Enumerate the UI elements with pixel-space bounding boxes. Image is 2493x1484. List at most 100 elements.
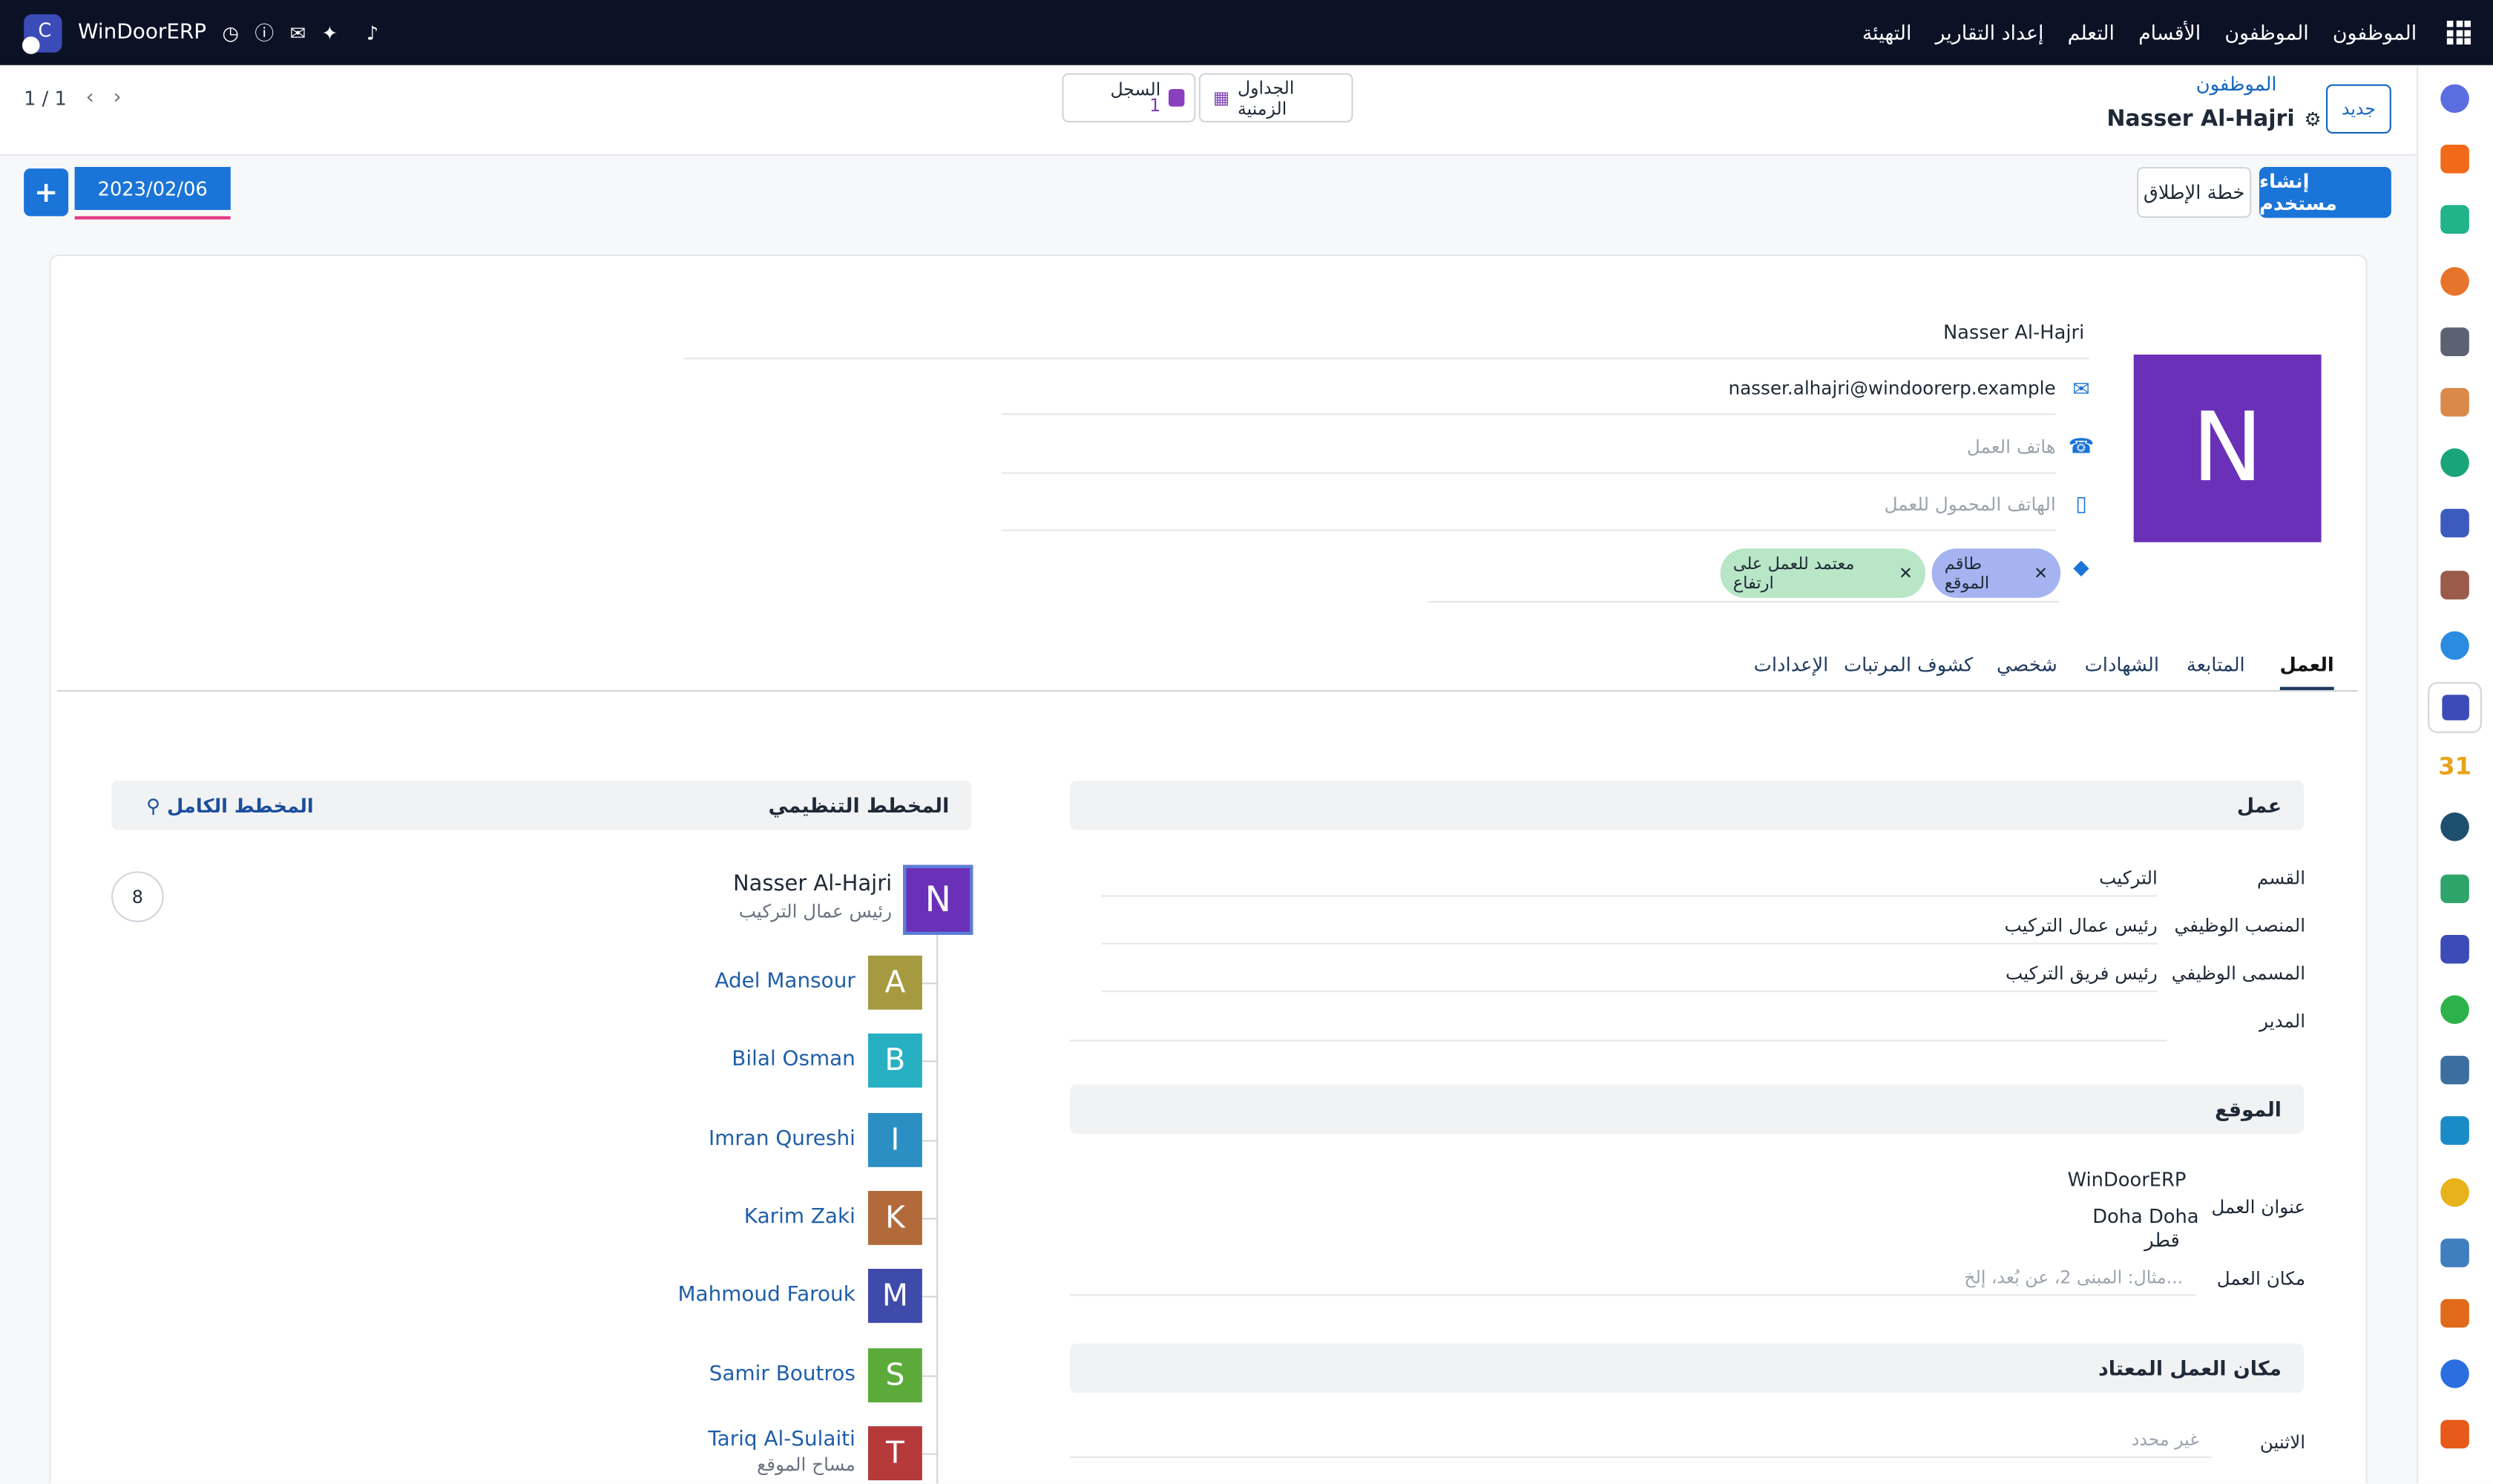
chevron-left-icon[interactable]: ‹ [86,86,94,110]
chart-icon[interactable] [2440,266,2469,295]
tab-payslips[interactable]: كشوف المرتبات [1844,654,1973,676]
gear-icon[interactable]: ⚙ [2305,108,2322,131]
menu-configuration[interactable]: التهيئة [1862,21,1912,45]
org-member-avatar[interactable]: K [868,1191,922,1245]
field-job-title[interactable]: رئيس فريق التركيب [1102,962,2158,993]
pager: 1 / 1 ‹ › [24,86,121,110]
todo-icon[interactable] [2440,448,2469,478]
menu-learning[interactable]: التعلم [2068,21,2115,45]
apps-grid-icon[interactable] [2446,20,2471,45]
add-button[interactable]: + [24,168,69,217]
field-department[interactable]: التركيب [1102,867,2158,897]
org-member-name[interactable]: Adel Mansour [715,970,855,994]
helpdesk-icon[interactable] [2440,1117,2469,1146]
tab-certifications[interactable]: الشهادات [2085,654,2159,676]
full-chart-link[interactable]: ⚲ المخطط الكامل [146,794,314,816]
location-section-header: الموقع [1070,1084,2304,1134]
knowledge-icon[interactable] [2440,509,2469,539]
employees-icon[interactable] [2428,682,2482,733]
announcement-icon[interactable]: ✦ [322,22,338,44]
tab-personal[interactable]: شخصي [1997,654,2057,676]
invoice-icon[interactable] [2440,631,2469,660]
whatsapp-icon[interactable] [2440,995,2469,1024]
launch-plan-button[interactable]: خطة الإطلاق [2137,167,2252,218]
check-icon[interactable] [2440,206,2469,234]
close-icon[interactable]: ✕ [1899,564,1913,583]
work-location-field[interactable]: مثال: المبنى 2، عن بُعد، إلخ... [1070,1267,2196,1296]
work-phone-field[interactable]: هاتف العمل [1002,431,2056,474]
field-job-position[interactable]: رئيس عمال التركيب [1102,914,2158,945]
chevron-right-icon[interactable]: › [113,86,121,110]
menu-reporting[interactable]: إعداد التقارير [1936,21,2044,45]
org-head-name[interactable]: Nasser Al-Hajri [733,871,892,896]
org-member-avatar[interactable]: T [868,1426,922,1480]
schedule-section-header: مكان العمل المعتاد [1070,1343,2304,1393]
control-panel: 1 / 1 ‹ › ▦ الجداول الزمنية السجل 1 جديد… [0,65,2417,156]
chat-icon[interactable]: ✉ [290,22,306,44]
dashboard-icon[interactable] [2440,934,2469,964]
box-icon[interactable] [2440,570,2469,599]
create-user-button[interactable]: إنشاء مستخدم [2259,167,2391,218]
discuss-icon[interactable] [2440,145,2469,174]
log-smart-button[interactable]: السجل 1 [1062,73,1196,122]
close-icon[interactable]: ✕ [2034,564,2048,583]
apps-icon[interactable] [2440,387,2469,417]
timer-icon[interactable] [2440,1056,2469,1085]
org-head-avatar[interactable]: N [903,864,973,935]
log-count: 1 [1149,94,1161,116]
hex-icon[interactable] [2440,1298,2469,1328]
org-member-avatar[interactable]: I [868,1113,922,1167]
org-member-avatar[interactable]: B [868,1033,922,1088]
tab-work[interactable]: العمل [2279,654,2334,690]
help-icon[interactable]: ⓘ [254,19,274,46]
mobile-field[interactable]: الهاتف المحمول للعمل [1002,488,2056,531]
send-icon[interactable] [2440,1177,2469,1206]
field-manager[interactable] [1070,1010,2167,1042]
menu-app-employees[interactable]: الموظفون [2333,21,2417,45]
org-member-name[interactable]: Mahmoud Farouk [677,1283,855,1307]
brand-name[interactable]: WinDoorERP [78,21,206,45]
pie-icon[interactable] [2440,1359,2469,1389]
org-connector [922,1140,939,1142]
tag-site-crew[interactable]: طاقم الموقع ✕ [1931,548,2061,598]
org-member-name[interactable]: Imran Qureshi [709,1127,855,1151]
email-field[interactable]: nasser.alhajri@windoorerp.example [1002,372,2056,416]
pager-value[interactable]: 1 / 1 [24,87,67,109]
org-member-avatar[interactable]: S [868,1348,922,1402]
timesheets-smart-button[interactable]: ▦ الجداول الزمنية [1198,73,1353,122]
company-logo[interactable] [22,13,62,53]
work-section-header: عمل [1070,781,2304,830]
org-member-name[interactable]: Tariq Al-Sulaiti [708,1428,855,1451]
menu-employees[interactable]: الموظفون [2224,21,2308,45]
menu-departments[interactable]: الأقسام [2138,21,2201,45]
work-address-field[interactable]: WinDoorERP Doha Doha قطر [1102,1169,2199,1253]
date-button[interactable]: 2023/02/06 [74,167,231,210]
org-member-avatar[interactable]: A [868,955,922,1010]
tag-work-at-height[interactable]: معتمد للعمل على ارتفاع ✕ [1720,548,1925,598]
sign-icon[interactable] [2440,812,2469,842]
tab-settings[interactable]: الإعدادات [1754,654,1829,676]
bell-icon[interactable]: ♪ [367,22,378,44]
subordinates-count-badge[interactable]: 8 [111,871,164,922]
org-member-name[interactable]: Karim Zaki [744,1205,855,1229]
field-label-work-address: عنوان العمل [2211,1195,2306,1218]
clock-icon[interactable]: ◷ [223,22,239,44]
m-app-icon[interactable] [2440,84,2469,114]
breadcrumb[interactable]: الموظفون [2196,73,2277,96]
mobile-icon: ▯ [2075,492,2087,516]
settings-icon[interactable] [2440,1420,2469,1449]
inventory-icon[interactable] [2440,326,2469,356]
org-head-role: رئيس عمال التركيب [738,899,893,922]
top-navbar: WinDoorERP ◷ ⓘ ✉ ✦ ♪ الموظفون الموظفون ا… [0,0,2493,65]
new-button[interactable]: جديد [2326,84,2391,134]
employee-avatar[interactable]: N [2133,354,2322,542]
org-member-name[interactable]: Samir Boutros [709,1362,855,1386]
org-member-avatar[interactable]: M [868,1269,922,1323]
calendar-icon[interactable]: 31 [2438,752,2471,781]
tab-followup[interactable]: المتابعة [2187,654,2245,676]
contacts-icon[interactable] [2440,873,2469,903]
org-member-name[interactable]: Bilal Osman [732,1048,855,1071]
stripe-icon[interactable] [2440,1238,2469,1267]
employee-name-field[interactable]: Nasser Al-Hajri [683,316,2089,360]
monday-location-field[interactable]: غير محدد [1070,1429,2212,1458]
